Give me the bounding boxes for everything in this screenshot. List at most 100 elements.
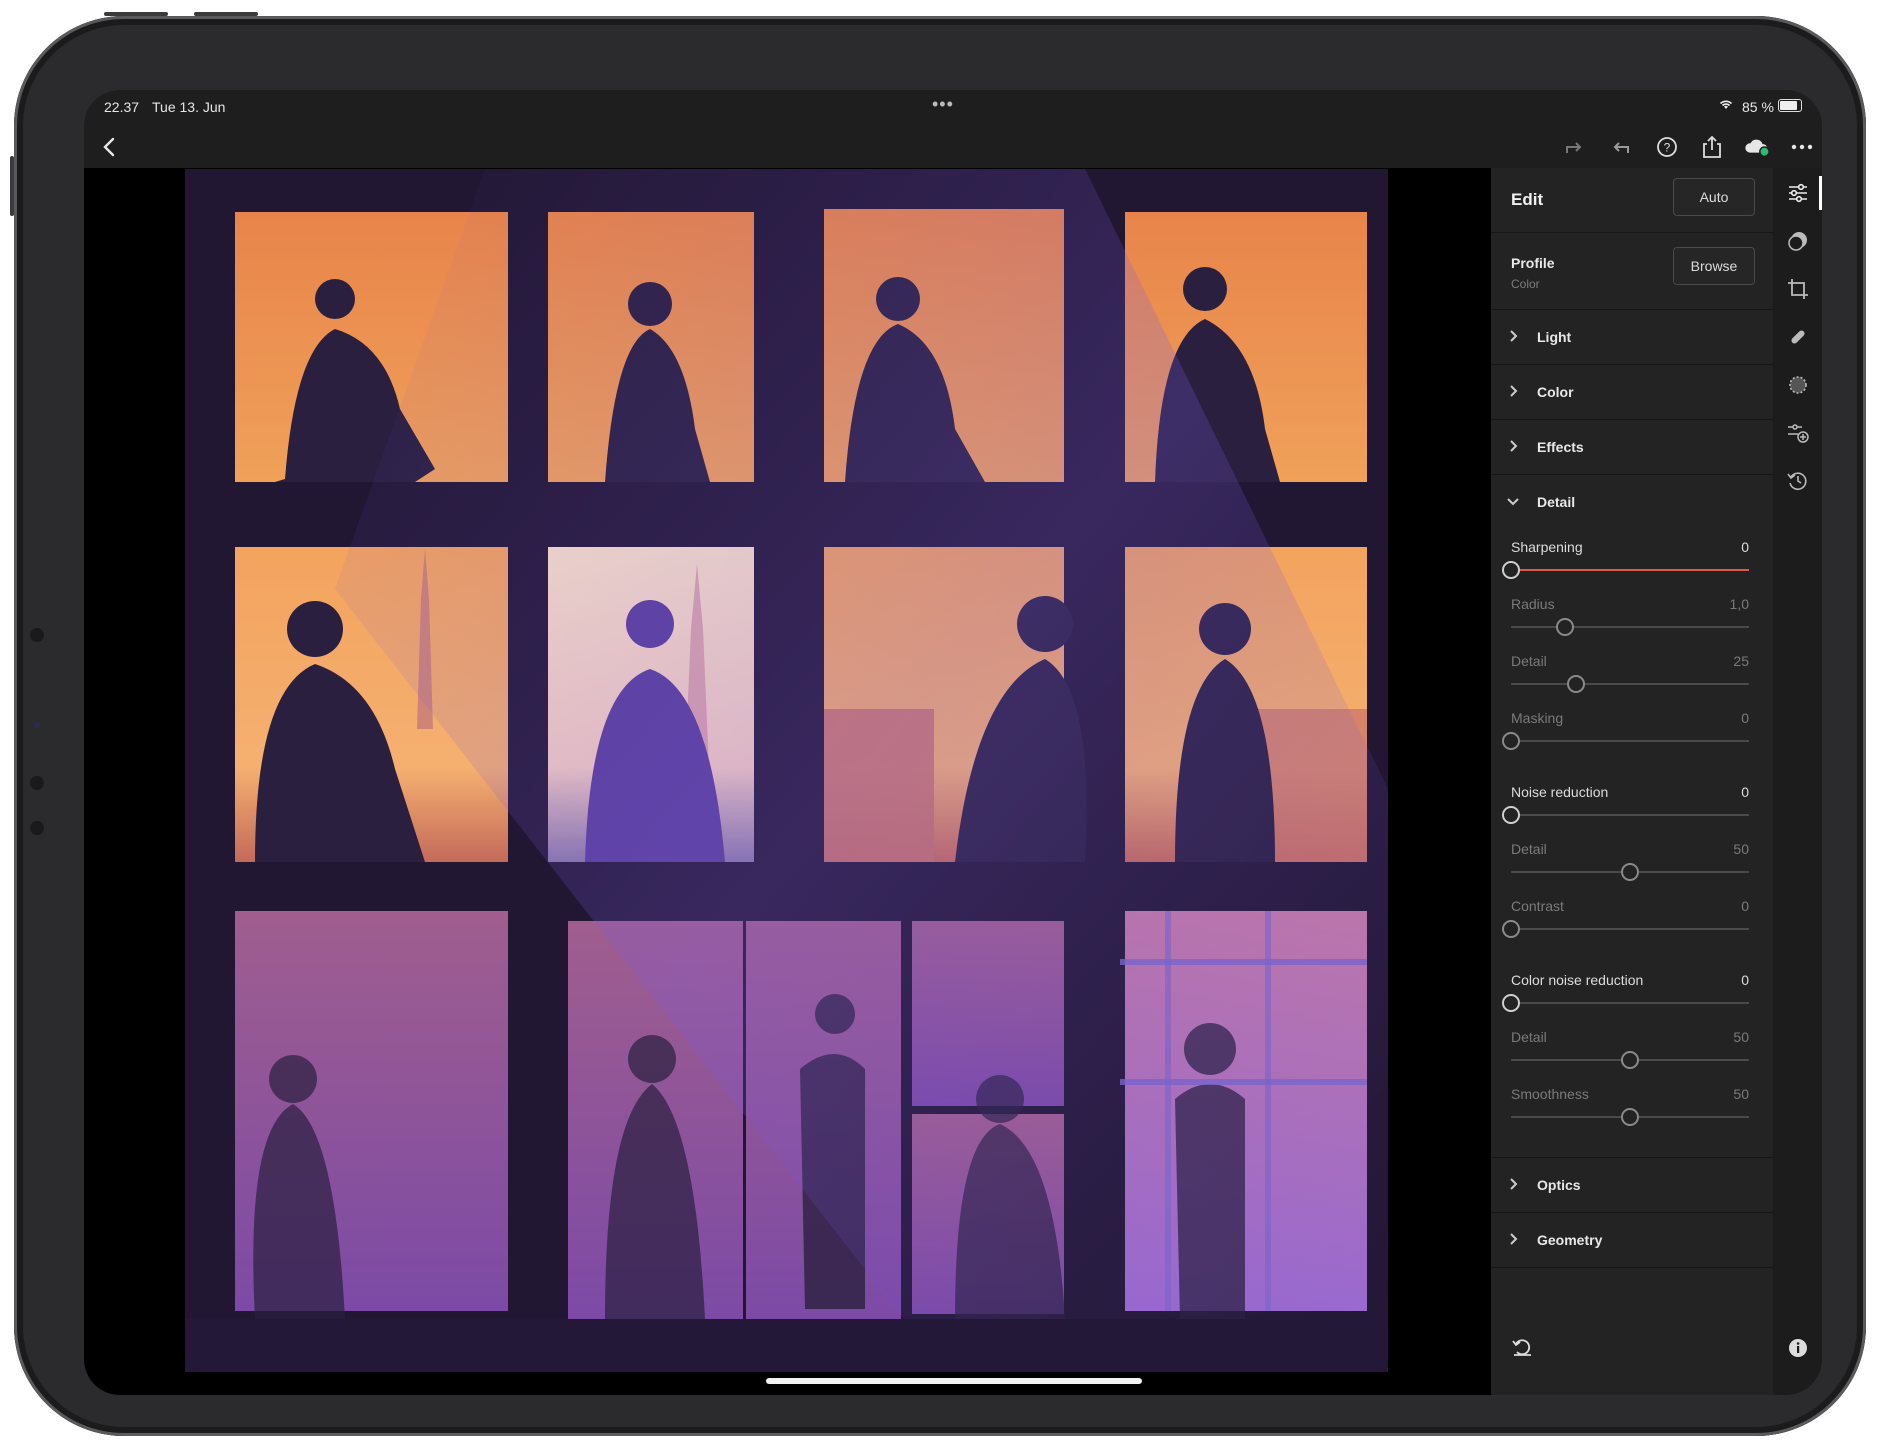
radius-track[interactable] [1511, 626, 1749, 628]
color-noise-reduction-label: Color noise reduction [1511, 972, 1644, 988]
chevron-right-icon [1510, 440, 1518, 452]
sharpening-detail-track[interactable] [1511, 683, 1749, 685]
cnr-smoothness-label: Smoothness [1511, 1086, 1589, 1102]
color-noise-reduction-knob[interactable] [1502, 994, 1520, 1012]
browse-button[interactable]: Browse [1673, 247, 1755, 285]
top-toolbar: ? [84, 126, 1822, 168]
sensor [30, 821, 44, 835]
cnr-detail-value: 50 [1733, 1029, 1749, 1045]
nr-contrast-track[interactable] [1511, 928, 1749, 930]
section-effects[interactable]: Effects [1491, 420, 1773, 475]
photo-image[interactable] [185, 169, 1388, 1372]
sharpening-track[interactable] [1511, 569, 1749, 571]
chevron-down-icon [1507, 498, 1519, 506]
heal-icon[interactable] [1785, 324, 1811, 350]
auto-button[interactable]: Auto [1673, 178, 1755, 216]
masking-track[interactable] [1511, 740, 1749, 742]
section-optics[interactable]: Optics [1491, 1158, 1773, 1213]
sharpening-detail-value: 25 [1733, 653, 1749, 669]
window-illustration [185, 169, 1388, 1372]
nr-detail-slider[interactable]: Detail 50 [1511, 841, 1749, 889]
masking-value: 0 [1741, 710, 1749, 726]
section-light-label: Light [1537, 329, 1572, 345]
chevron-right-icon [1510, 330, 1518, 342]
cnr-smoothness-knob[interactable] [1621, 1108, 1639, 1126]
cnr-detail-knob[interactable] [1621, 1051, 1639, 1069]
masking-icon[interactable] [1785, 372, 1811, 398]
reset-icon[interactable] [1511, 1338, 1535, 1363]
section-geometry[interactable]: Geometry [1491, 1213, 1773, 1268]
cnr-detail-label: Detail [1511, 1029, 1547, 1045]
share-icon[interactable] [1699, 134, 1725, 160]
sharpening-detail-knob[interactable] [1567, 675, 1585, 693]
radius-slider[interactable]: Radius 1,0 [1511, 596, 1749, 644]
edit-title: Edit [1511, 190, 1544, 209]
noise-reduction-slider[interactable]: Noise reduction 0 [1502, 784, 1749, 832]
nr-detail-value: 50 [1733, 841, 1749, 857]
masking-knob[interactable] [1502, 732, 1520, 750]
noise-reduction-value: 0 [1741, 784, 1749, 800]
camera [34, 722, 40, 728]
tool-rail [1773, 168, 1822, 1395]
cnr-detail-slider[interactable]: Detail 50 [1511, 1029, 1749, 1077]
redo-icon[interactable] [1561, 134, 1587, 160]
back-icon[interactable] [96, 134, 122, 160]
noise-reduction-knob[interactable] [1502, 806, 1520, 824]
screen: 22.37 Tue 13. Jun ••• 85 % ? Edit Auto P… [84, 90, 1822, 1395]
sharpening-slider[interactable]: Sharpening 0 [1502, 539, 1749, 587]
nr-contrast-knob[interactable] [1502, 920, 1520, 938]
color-noise-reduction-value: 0 [1741, 972, 1749, 988]
color-noise-reduction-track[interactable] [1511, 1002, 1749, 1004]
nr-detail-label: Detail [1511, 841, 1547, 857]
adjust-icon[interactable] [1785, 180, 1811, 206]
section-optics-label: Optics [1537, 1177, 1581, 1193]
info-icon[interactable] [1785, 1335, 1811, 1361]
color-noise-reduction-slider[interactable]: Color noise reduction 0 [1502, 972, 1749, 1020]
sharpening-label: Sharpening [1511, 539, 1583, 555]
cloud-sync-icon[interactable] [1744, 134, 1770, 160]
section-detail: Detail Sharpening 0 Radius 1,0 Detail 25 [1491, 475, 1773, 1158]
wifi-icon [1718, 97, 1734, 114]
presets-icon[interactable] [1785, 228, 1811, 254]
nr-detail-knob[interactable] [1621, 863, 1639, 881]
battery-percent: 85 % [1742, 99, 1774, 115]
battery-icon [1778, 99, 1802, 112]
top-button [104, 12, 168, 16]
cnr-smoothness-slider[interactable]: Smoothness 50 [1511, 1086, 1749, 1134]
sharpening-detail-slider[interactable]: Detail 25 [1511, 653, 1749, 701]
edit-panel: Edit Auto Profile Color Browse Light Col… [1491, 168, 1773, 1395]
multitask-dots-icon[interactable]: ••• [932, 94, 954, 115]
profile-row[interactable]: Profile Color Browse [1491, 233, 1773, 310]
history-icon[interactable] [1785, 468, 1811, 494]
volume-button [10, 156, 14, 216]
sensor [30, 628, 44, 642]
radius-knob[interactable] [1556, 618, 1574, 636]
nr-contrast-label: Contrast [1511, 898, 1564, 914]
section-color[interactable]: Color [1491, 365, 1773, 420]
active-tool-indicator [1819, 176, 1822, 210]
home-indicator [766, 1378, 1142, 1384]
versions-icon[interactable] [1785, 420, 1811, 446]
cnr-smoothness-value: 50 [1733, 1086, 1749, 1102]
crop-icon[interactable] [1785, 276, 1811, 302]
sharpening-detail-label: Detail [1511, 653, 1547, 669]
nr-contrast-slider[interactable]: Contrast 0 [1502, 898, 1749, 946]
svg-text:?: ? [1664, 141, 1671, 155]
masking-slider[interactable]: Masking 0 [1502, 710, 1749, 758]
section-detail-header[interactable]: Detail [1491, 475, 1773, 529]
noise-reduction-track[interactable] [1511, 814, 1749, 816]
sharpening-knob[interactable] [1502, 561, 1520, 579]
top-button-2 [194, 12, 258, 16]
status-bar: 22.37 Tue 13. Jun ••• 85 % [84, 90, 1822, 126]
photo-canvas[interactable] [84, 168, 1491, 1395]
profile-label: Profile [1511, 255, 1555, 271]
help-icon[interactable]: ? [1654, 134, 1680, 160]
radius-value: 1,0 [1729, 596, 1749, 612]
edit-panel-header: Edit Auto [1491, 168, 1773, 233]
section-light[interactable]: Light [1491, 310, 1773, 365]
sharpening-value: 0 [1741, 539, 1749, 555]
status-date: Tue 13. Jun [152, 99, 226, 115]
undo-icon[interactable] [1608, 134, 1634, 160]
more-icon[interactable] [1789, 134, 1815, 160]
nr-contrast-value: 0 [1741, 898, 1749, 914]
